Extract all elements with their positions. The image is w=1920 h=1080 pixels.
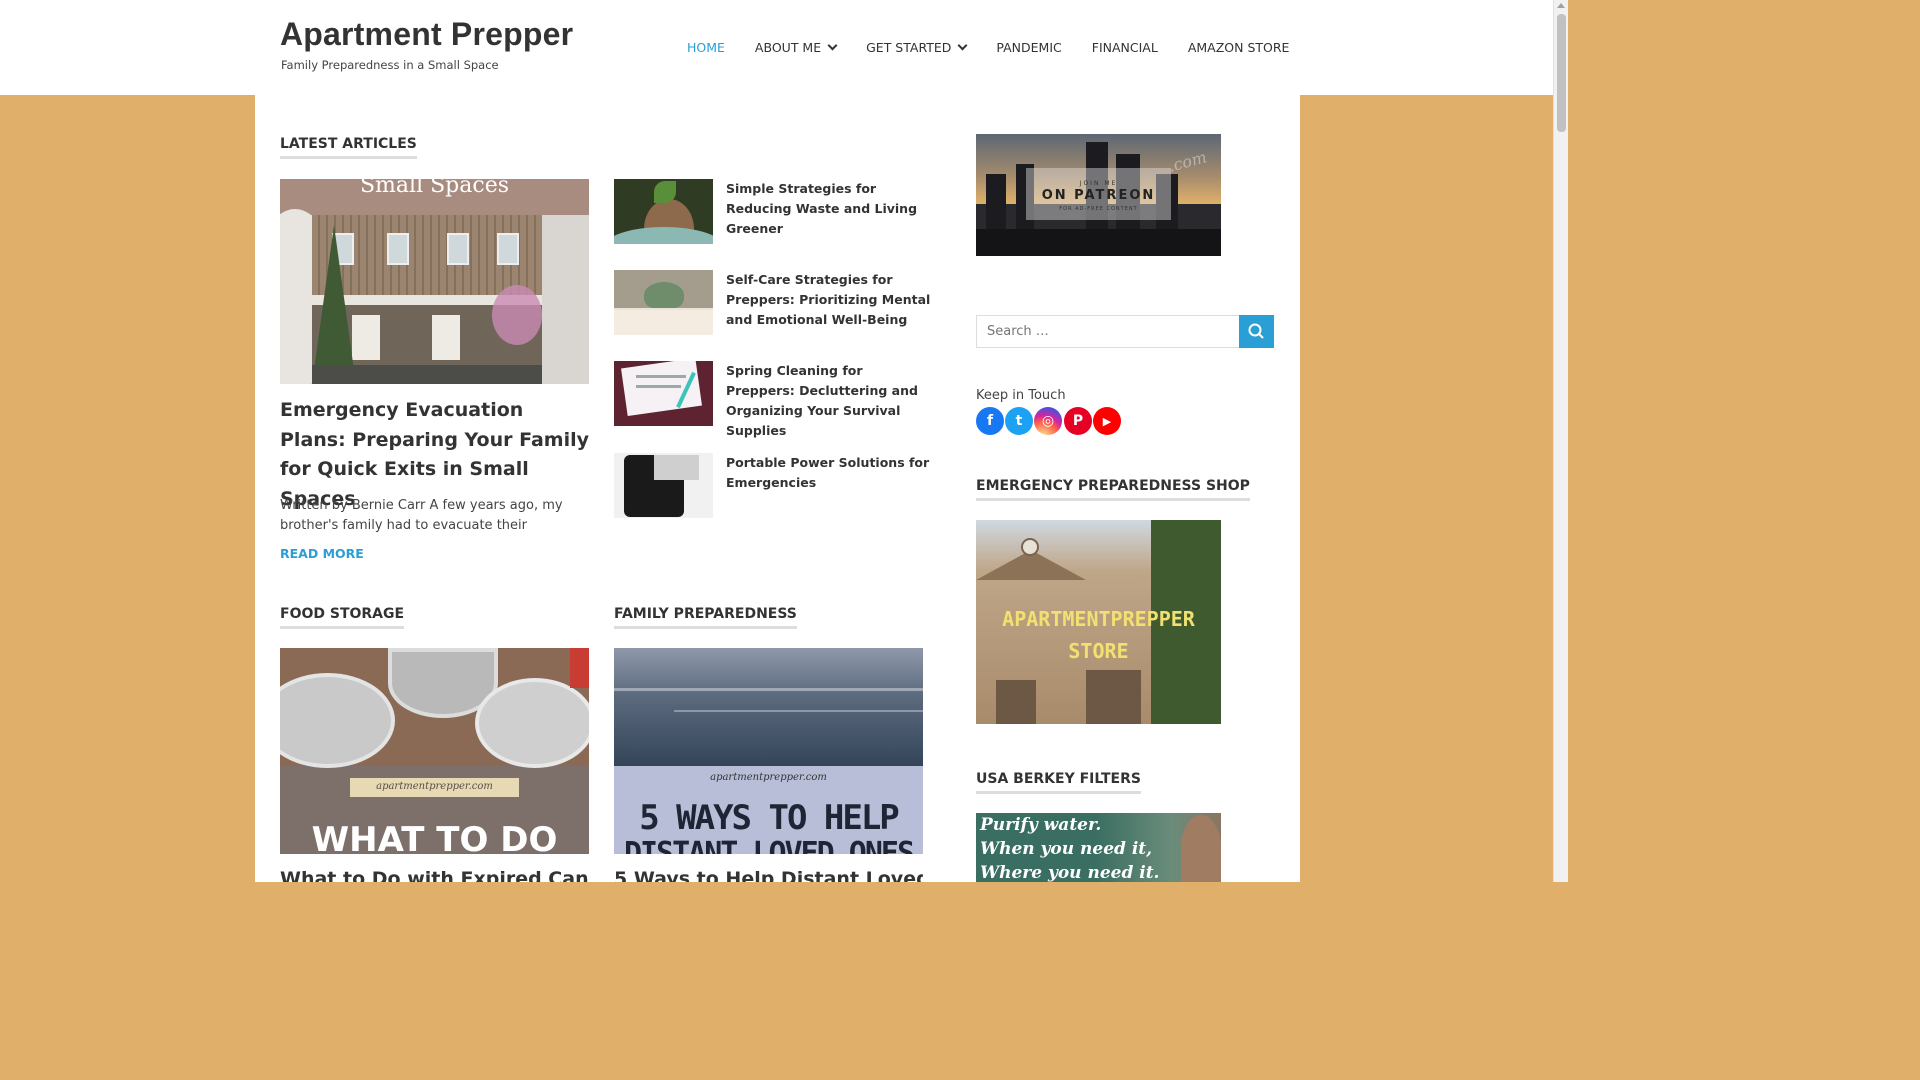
- nav-about-me-label: ABOUT ME: [754, 39, 822, 55]
- youtube-icon[interactable]: ▶: [1093, 407, 1121, 435]
- family-image-text-2: DISTANT LOVED ONES: [623, 836, 915, 854]
- family-image-text-1: 5 WAYS TO HELP: [639, 798, 900, 838]
- facebook-icon[interactable]: f: [976, 407, 1004, 435]
- side-post-title[interactable]: Self-Care Strategies for Preppers: Prior…: [726, 270, 931, 330]
- twitter-icon[interactable]: t: [1005, 407, 1033, 435]
- family-image-site: apartmentprepper.com: [710, 772, 827, 783]
- scroll-up-arrow-icon[interactable]: [1557, 3, 1565, 8]
- chevron-down-icon: [827, 40, 838, 50]
- family-preparedness-post-image[interactable]: apartmentprepper.com 5 WAYS TO HELP DIST…: [614, 648, 923, 854]
- nav-pandemic[interactable]: PANDEMIC: [981, 38, 1076, 56]
- pinterest-icon[interactable]: P: [1064, 407, 1092, 435]
- nav-about-me[interactable]: ABOUT ME: [740, 38, 851, 56]
- twitter-glyph: t: [1015, 413, 1023, 429]
- nav-home-label: HOME: [687, 39, 725, 55]
- latest-articles-heading: LATEST ARTICLES: [280, 136, 417, 159]
- site-tagline: Family Preparedness in a Small Space: [281, 58, 499, 72]
- featured-post-excerpt: Written by Bernie Carr A few years ago, …: [280, 498, 563, 533]
- berkey-line3: Where you need it.: [980, 863, 1160, 882]
- pinterest-glyph: P: [1072, 413, 1084, 429]
- berkey-banner[interactable]: Purify water. When you need it, Where yo…: [976, 813, 1221, 882]
- food-storage-post-title[interactable]: What to Do with Expired Cans of: [280, 866, 589, 882]
- instagram-glyph: ◎: [1041, 413, 1055, 429]
- berkey-line2: When you need it,: [980, 839, 1153, 859]
- shop-banner-line2: STORE: [1068, 639, 1129, 663]
- nav-get-started-label: GET STARTED: [866, 39, 952, 55]
- youtube-glyph: ▶: [1102, 414, 1112, 428]
- patreon-banner[interactable]: JOIN ME ON PATREON FOR AD-FREE CONTENT .…: [976, 134, 1221, 256]
- scrollbar-thumb[interactable]: [1557, 14, 1566, 132]
- food-image-site: apartmentprepper.com: [376, 781, 493, 792]
- shop-banner-line1: APARTMENTPREPPER: [1002, 607, 1195, 631]
- family-preparedness-heading: FAMILY PREPAREDNESS: [614, 606, 797, 629]
- site-header: Apartment Prepper Family Preparedness in…: [0, 0, 1553, 95]
- food-storage-post-image[interactable]: apartmentprepper.com WHAT TO DO: [280, 648, 589, 854]
- featured-post-image[interactable]: Small Spaces: [280, 179, 589, 384]
- search-icon: [1248, 323, 1264, 339]
- read-more-link[interactable]: READ MORE: [280, 546, 364, 561]
- nav-financial-label: FINANCIAL: [1091, 39, 1158, 55]
- side-post-thumbnail[interactable]: [614, 270, 713, 335]
- family-preparedness-post-title[interactable]: 5 Ways to Help Distant Loved: [614, 866, 923, 882]
- nav-amazon-store[interactable]: AMAZON STORE: [1173, 38, 1305, 56]
- berkey-line1: Purify water.: [980, 815, 1102, 835]
- nav-amazon-store-label: AMAZON STORE: [1187, 39, 1290, 55]
- side-post-thumbnail[interactable]: [614, 361, 713, 426]
- berkey-heading: USA BERKEY FILTERS: [976, 771, 1141, 794]
- patreon-sub: FOR AD-FREE CONTENT: [1059, 206, 1138, 212]
- nav-pandemic-label: PANDEMIC: [996, 39, 1062, 55]
- shop-banner[interactable]: APARTMENTPREPPER STORE: [976, 520, 1221, 724]
- facebook-glyph: f: [986, 413, 994, 429]
- page-scrollbar[interactable]: [1553, 0, 1568, 882]
- side-post-title[interactable]: Simple Strategies for Reducing Waste and…: [726, 179, 931, 239]
- site-title[interactable]: Apartment Prepper: [280, 16, 573, 53]
- chevron-down-icon: [957, 40, 968, 50]
- food-storage-heading: FOOD STORAGE: [280, 606, 405, 629]
- search-button[interactable]: [1239, 315, 1274, 348]
- side-post-title[interactable]: Portable Power Solutions for Emergencies: [726, 453, 931, 493]
- food-image-text: WHAT TO DO: [311, 820, 558, 854]
- nav-get-started[interactable]: GET STARTED: [851, 38, 981, 56]
- side-post-title[interactable]: Spring Cleaning for Preppers: Declutteri…: [726, 361, 931, 441]
- instagram-icon[interactable]: ◎: [1034, 407, 1062, 435]
- keep-in-touch-label: Keep in Touch: [976, 388, 1066, 403]
- search-input[interactable]: [976, 315, 1240, 348]
- main-nav: HOME ABOUT ME GET STARTED PANDEMIC FINAN…: [672, 38, 1304, 56]
- nav-home[interactable]: HOME: [672, 38, 740, 56]
- nav-financial[interactable]: FINANCIAL: [1077, 38, 1173, 56]
- shop-heading: EMERGENCY PREPAREDNESS SHOP: [976, 478, 1250, 501]
- featured-image-banner: Small Spaces: [359, 179, 509, 198]
- side-post-thumbnail[interactable]: [614, 179, 713, 244]
- patreon-main: ON PATREON: [1041, 188, 1156, 203]
- patreon-join: JOIN ME: [1079, 180, 1118, 187]
- side-post-thumbnail[interactable]: [614, 453, 713, 518]
